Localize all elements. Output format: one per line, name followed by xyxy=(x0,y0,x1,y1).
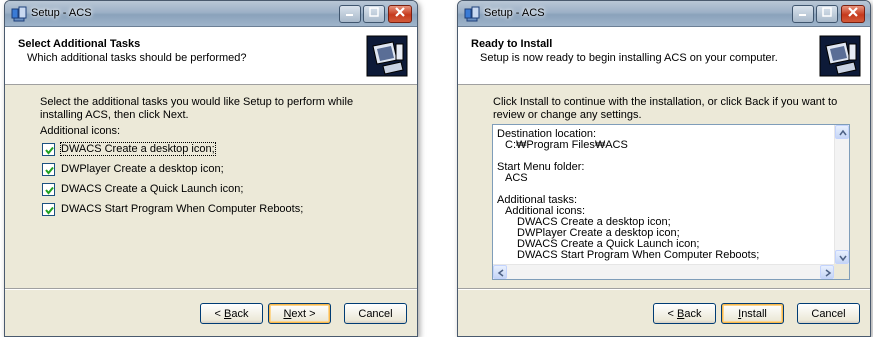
close-icon xyxy=(848,7,858,17)
maximize-icon xyxy=(822,7,832,17)
scroll-arrow-icon xyxy=(825,269,832,277)
page-title: Ready to Install xyxy=(471,38,553,50)
cancel-button[interactable]: Cancel xyxy=(344,303,407,324)
title-bar[interactable]: Setup - ACS xyxy=(458,1,870,27)
installer-computer-logo xyxy=(363,32,411,80)
window-title: Setup - ACS xyxy=(484,7,545,19)
additional-icons-label: Additional icons: xyxy=(40,125,121,137)
install-summary-memo[interactable]: Destination location: C:₩Program Files₩A… xyxy=(492,124,850,280)
setup-window-ready-to-install: Setup - ACS Ready to Install Setup is no… xyxy=(457,0,871,337)
title-bar[interactable]: Setup - ACS xyxy=(5,1,417,27)
page-subtitle: Setup is now ready to begin installing A… xyxy=(480,52,778,64)
task-label: DWPlayer Create a desktop icon; xyxy=(61,163,224,175)
back-prefix: < xyxy=(667,307,677,320)
next-rest: ext > xyxy=(291,307,316,320)
maximize-button[interactable] xyxy=(816,5,838,23)
task-checkbox-start-on-reboot[interactable]: DWACS Start Program When Computer Reboot… xyxy=(42,201,303,217)
summary-line: DWACS Start Program When Computer Reboot… xyxy=(517,249,760,261)
scroll-right-button[interactable] xyxy=(820,265,834,279)
close-icon xyxy=(395,7,405,17)
footer-divider xyxy=(458,288,870,290)
cancel-button[interactable]: Cancel xyxy=(797,303,860,324)
scroll-arrow-icon xyxy=(497,269,504,277)
scroll-down-button[interactable] xyxy=(835,250,849,264)
minimize-icon xyxy=(346,14,353,16)
page-subtitle: Which additional tasks should be perform… xyxy=(27,52,247,64)
wizard-body: Select the additional tasks you would li… xyxy=(5,86,417,290)
scroll-up-button[interactable] xyxy=(835,125,849,139)
footer-divider xyxy=(5,288,417,290)
maximize-button[interactable] xyxy=(363,5,385,23)
wizard-header: Ready to Install Setup is now ready to b… xyxy=(458,27,870,85)
setup-app-icon xyxy=(11,6,27,22)
task-checkbox-player-desktop-icon[interactable]: DWPlayer Create a desktop icon; xyxy=(42,161,224,177)
setup-window-select-tasks: Setup - ACS Select Additional Tasks Whic… xyxy=(4,0,418,337)
instruction-text: Select the additional tasks you would li… xyxy=(40,96,354,121)
setup-app-icon xyxy=(464,6,480,22)
back-button[interactable]: < Back xyxy=(200,303,263,324)
scroll-arrow-icon xyxy=(839,129,847,136)
instruction-text: Click Install to continue with the insta… xyxy=(493,96,838,121)
checkmark-icon xyxy=(45,146,54,155)
summary-line: C:₩Program Files₩ACS xyxy=(505,139,628,151)
checkmark-icon xyxy=(45,206,54,215)
maximize-icon xyxy=(369,7,379,17)
minimize-button[interactable] xyxy=(792,5,814,23)
close-button[interactable] xyxy=(388,5,412,23)
minimize-icon xyxy=(799,14,806,16)
window-title: Setup - ACS xyxy=(31,7,92,19)
installer-computer-logo xyxy=(816,32,864,80)
checkmark-icon xyxy=(45,166,54,175)
install-rest: nstall xyxy=(741,307,767,320)
install-button[interactable]: Install xyxy=(721,303,784,324)
task-label: DWACS Create a Quick Launch icon; xyxy=(61,183,244,195)
back-rest: ack xyxy=(684,307,702,320)
back-button[interactable]: < Back xyxy=(653,303,716,324)
checkbox[interactable] xyxy=(42,182,55,196)
wizard-body: Click Install to continue with the insta… xyxy=(458,86,870,290)
checkmark-icon xyxy=(45,186,54,195)
wizard-header: Select Additional Tasks Which additional… xyxy=(5,27,417,85)
scrollbar-corner xyxy=(834,264,849,279)
scroll-arrow-icon xyxy=(839,255,847,262)
next-button[interactable]: Next > xyxy=(268,303,331,324)
vertical-scrollbar[interactable] xyxy=(834,125,849,264)
checkbox[interactable] xyxy=(42,142,55,156)
checkbox[interactable] xyxy=(42,162,55,176)
summary-line: ACS xyxy=(505,172,528,184)
close-button[interactable] xyxy=(841,5,865,23)
checkbox[interactable] xyxy=(42,202,55,216)
back-prefix: < xyxy=(214,307,224,320)
horizontal-scrollbar[interactable] xyxy=(493,264,834,279)
minimize-button[interactable] xyxy=(339,5,361,23)
task-checkbox-quick-launch-icon[interactable]: DWACS Create a Quick Launch icon; xyxy=(42,181,243,197)
back-rest: ack xyxy=(231,307,249,320)
task-label: DWACS Start Program When Computer Reboot… xyxy=(61,203,304,215)
scroll-left-button[interactable] xyxy=(493,265,507,279)
task-label: DWACS Create a desktop icon; xyxy=(60,142,216,156)
task-checkbox-desktop-icon[interactable]: DWACS Create a desktop icon; xyxy=(42,141,216,157)
page-title: Select Additional Tasks xyxy=(18,38,141,50)
